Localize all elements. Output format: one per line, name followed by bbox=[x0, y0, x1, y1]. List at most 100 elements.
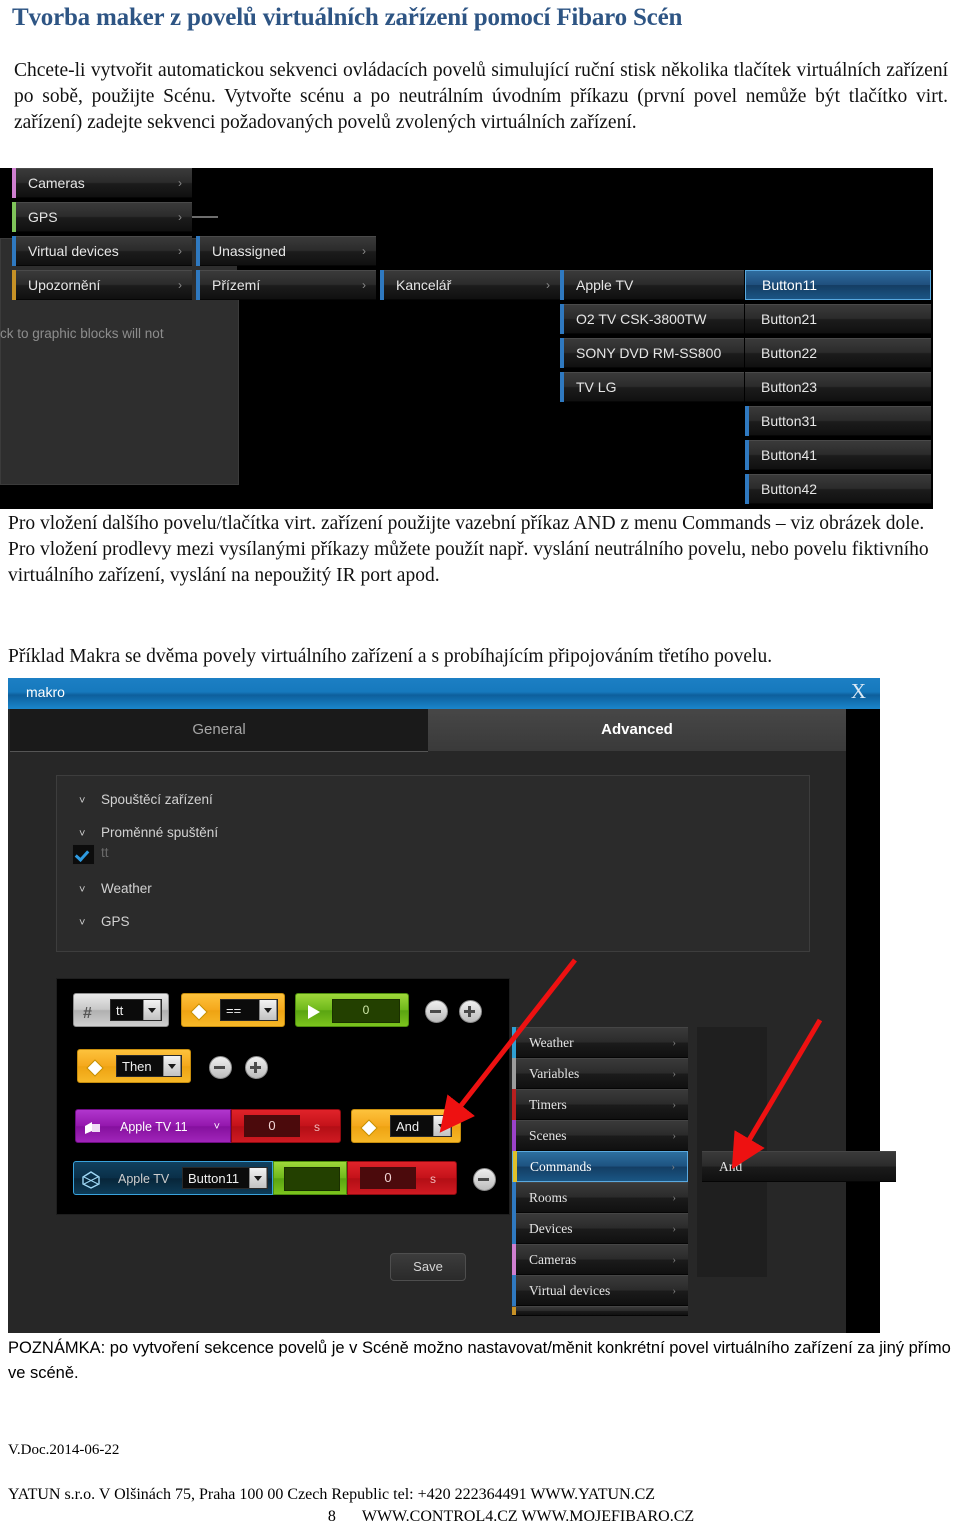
footer-line-1: YATUN s.r.o. V Olšinách 75, Praha 100 00… bbox=[8, 1486, 656, 1503]
dialog-tabs: General Advanced bbox=[8, 709, 880, 752]
menu-item-label: TV LG bbox=[576, 379, 617, 395]
block-variable[interactable]: # tt bbox=[73, 993, 169, 1027]
delay-unit: s bbox=[430, 1172, 436, 1186]
menu-item-button11[interactable]: Button11 bbox=[745, 270, 931, 300]
color-strip bbox=[560, 338, 564, 368]
menu-item-label: And bbox=[719, 1159, 743, 1174]
block-virtual-device[interactable]: Apple TV Button11 bbox=[73, 1161, 273, 1195]
block-then[interactable]: Then bbox=[77, 1049, 191, 1083]
menu-item-button23[interactable]: Button23 bbox=[745, 372, 931, 402]
delay-unit: s bbox=[314, 1120, 320, 1134]
delay-field[interactable]: 0 bbox=[360, 1167, 416, 1189]
block-virtual-value[interactable] bbox=[273, 1161, 347, 1195]
menu-item-button41[interactable]: Button41 bbox=[745, 440, 931, 470]
menu-item-gps[interactable]: GPS › bbox=[12, 202, 192, 232]
menu-item-weather[interactable]: Weather › bbox=[512, 1027, 688, 1058]
menu-item-prizemi[interactable]: Přízemí › bbox=[196, 270, 376, 300]
menu-item-label: Variables bbox=[529, 1066, 580, 1081]
menu-item-button31[interactable]: Button31 bbox=[745, 406, 931, 436]
color-strip bbox=[12, 270, 16, 300]
chevron-right-icon: › bbox=[362, 278, 366, 292]
menu-item-unassigned[interactable]: Unassigned › bbox=[196, 236, 376, 266]
diamond-icon bbox=[189, 1001, 209, 1021]
checkbox-tt[interactable] bbox=[72, 844, 95, 865]
color-strip bbox=[512, 1058, 516, 1089]
menu-item-rooms[interactable]: Rooms › bbox=[512, 1182, 688, 1213]
color-strip bbox=[12, 236, 16, 266]
tree-group-promenne-spusteni[interactable]: ˅ Proměnné spuštění bbox=[79, 825, 218, 840]
block-value[interactable]: 0 bbox=[295, 993, 409, 1027]
menu-item-variables[interactable]: Variables › bbox=[512, 1058, 688, 1089]
block-scene-delay[interactable]: 0 s bbox=[231, 1109, 341, 1143]
tab-general[interactable]: General bbox=[10, 709, 428, 752]
block-virtual-delay[interactable]: 0 s bbox=[347, 1161, 457, 1195]
remove-action-button[interactable] bbox=[473, 1168, 496, 1191]
color-strip bbox=[560, 372, 564, 402]
tree-group-weather[interactable]: ˅ Weather bbox=[79, 881, 152, 896]
menu-item-button42[interactable]: Button42 bbox=[745, 474, 931, 504]
menu-item-kancelar[interactable]: Kancelář › bbox=[380, 270, 560, 300]
chevron-down-icon[interactable] bbox=[163, 1056, 181, 1076]
chevron-down-icon[interactable] bbox=[433, 1116, 451, 1136]
tree-group-spousteci-zarizeni[interactable]: ˅ Spouštěcí zařízení bbox=[79, 792, 213, 807]
chevron-right-icon: › bbox=[672, 1099, 676, 1111]
chevron-right-icon: › bbox=[362, 244, 366, 258]
menu-item-sony-dvd[interactable]: SONY DVD RM-SS800 bbox=[560, 338, 744, 368]
tab-advanced[interactable]: Advanced bbox=[428, 709, 846, 751]
menu-item-and[interactable]: And bbox=[702, 1151, 896, 1182]
menu-item-timers[interactable]: Timers › bbox=[512, 1089, 688, 1120]
tree-group-gps[interactable]: ˅ GPS bbox=[79, 914, 130, 929]
chevron-down-icon[interactable] bbox=[249, 1168, 267, 1188]
color-strip bbox=[512, 1120, 516, 1151]
trigger-tree-panel: ˅ Spouštěcí zařízení ˅ Proměnné spuštění t… bbox=[56, 775, 810, 952]
block-and[interactable]: And bbox=[351, 1109, 461, 1143]
chevron-right-icon: › bbox=[672, 1037, 676, 1049]
menu-item-upozorneni[interactable]: Upozornění › bbox=[12, 270, 192, 300]
close-icon[interactable]: X bbox=[851, 679, 866, 704]
chevron-down-icon: ˅ bbox=[79, 795, 86, 807]
menu-item-virtual-devices[interactable]: Virtual devices › bbox=[12, 236, 192, 266]
delay-field[interactable]: 0 bbox=[244, 1115, 300, 1137]
chevron-down-icon[interactable] bbox=[143, 1000, 161, 1020]
menu-item-scenes[interactable]: Scenes › bbox=[512, 1120, 688, 1151]
menu-item-button21[interactable]: Button21 bbox=[745, 304, 931, 334]
virtual-value-field[interactable] bbox=[284, 1167, 340, 1191]
tree-label: Proměnné spuštění bbox=[101, 825, 219, 840]
operator-dropdown[interactable]: == bbox=[220, 999, 278, 1021]
chevron-down-icon[interactable]: ˅ bbox=[214, 1110, 220, 1144]
button-dropdown[interactable]: Button11 bbox=[182, 1167, 268, 1189]
menu-item-label: Weather bbox=[529, 1035, 574, 1050]
remove-then-button[interactable] bbox=[209, 1056, 232, 1079]
menu-item-virtual-devices[interactable]: Virtual devices › bbox=[512, 1275, 688, 1306]
menu-item-button22[interactable]: Button22 bbox=[745, 338, 931, 368]
chevron-down-icon[interactable] bbox=[259, 1000, 277, 1020]
menu-item-cameras[interactable]: Cameras › bbox=[12, 168, 192, 198]
value-field[interactable]: 0 bbox=[332, 999, 400, 1023]
tree-label: Spouštěcí zařízení bbox=[101, 792, 213, 807]
color-strip bbox=[196, 270, 200, 300]
menu-item-o2-tv[interactable]: O2 TV CSK-3800TW bbox=[560, 304, 744, 334]
menu-item-label: Timers bbox=[529, 1097, 567, 1112]
menu-item-label: Virtual devices bbox=[529, 1283, 611, 1298]
menu-item-tv-lg[interactable]: TV LG bbox=[560, 372, 744, 402]
and-dropdown[interactable]: And bbox=[390, 1115, 452, 1137]
remove-condition-button[interactable] bbox=[425, 1000, 448, 1023]
menu-item-devices[interactable]: Devices › bbox=[512, 1213, 688, 1244]
chevron-right-icon: › bbox=[546, 278, 550, 292]
scene-device-label: Apple TV 11 bbox=[120, 1120, 188, 1134]
menu-item-label: Přízemí bbox=[212, 277, 261, 293]
add-condition-button[interactable] bbox=[459, 1000, 482, 1023]
color-strip bbox=[12, 202, 16, 232]
save-button[interactable]: Save bbox=[390, 1253, 466, 1281]
variable-dropdown[interactable]: tt bbox=[110, 999, 162, 1021]
menu-item-apple-tv[interactable]: Apple TV bbox=[560, 270, 744, 300]
then-dropdown[interactable]: Then bbox=[116, 1055, 182, 1077]
color-strip bbox=[745, 406, 749, 436]
block-operator[interactable]: == bbox=[181, 993, 285, 1027]
add-then-button[interactable] bbox=[245, 1056, 268, 1079]
menu-item-partial[interactable] bbox=[512, 1306, 688, 1316]
example-caption: Příklad Makra se dvěma povely virtuálníh… bbox=[8, 646, 773, 667]
menu-item-cameras[interactable]: Cameras › bbox=[512, 1244, 688, 1275]
block-scene-device[interactable]: Apple TV 11 ˅ bbox=[75, 1109, 231, 1143]
menu-item-commands[interactable]: Commands › bbox=[512, 1151, 688, 1182]
